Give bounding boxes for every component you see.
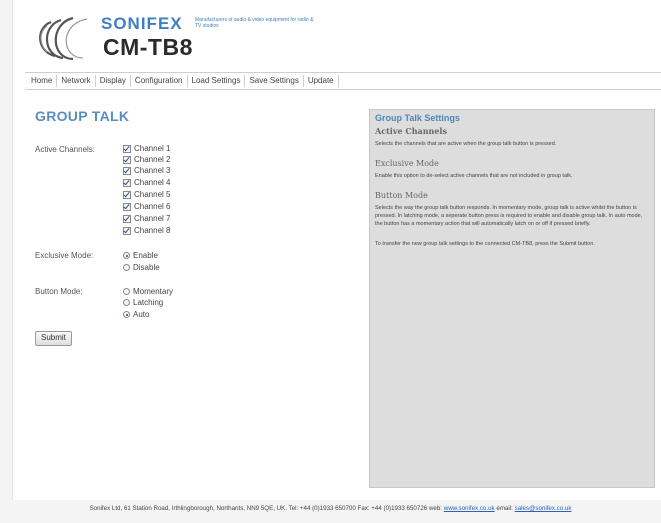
channel-label: Channel 3 [134, 166, 171, 175]
checkbox-checked-icon[interactable] [123, 155, 131, 164]
checkbox-checked-icon[interactable] [123, 190, 131, 199]
button-mode-label: Button Mode: [35, 287, 83, 296]
footer-email-label: email: [496, 505, 513, 512]
logo-swirl-icon [39, 16, 88, 61]
panel-text-button: Selects the way the group talk button re… [375, 205, 643, 227]
channel-2-checkbox[interactable]: Channel 2 [123, 155, 170, 164]
channel-3-checkbox[interactable]: Channel 3 [123, 166, 170, 175]
footer-web-link[interactable]: www.sonifex.co.uk [444, 505, 495, 512]
button-auto-radio[interactable]: Auto [123, 310, 149, 319]
footer: Sonifex Ltd, 61 Station Road, Irthlingbo… [0, 505, 661, 512]
checkbox-checked-icon[interactable] [123, 202, 131, 211]
help-panel: Group Talk Settings Active Channels Sele… [369, 109, 655, 488]
checkbox-checked-icon[interactable] [123, 166, 131, 175]
nav-update[interactable]: Update [304, 75, 339, 87]
radio-selected-icon[interactable] [123, 252, 130, 259]
exclusive-enable-radio[interactable]: Enable [123, 251, 158, 260]
radio-label: Auto [133, 310, 150, 319]
radio-unselected-icon[interactable] [123, 288, 130, 295]
submit-button[interactable]: Submit [35, 331, 72, 346]
panel-heading-exclusive: Exclusive Mode [375, 159, 439, 168]
checkbox-checked-icon[interactable] [123, 226, 131, 235]
channel-label: Channel 7 [134, 214, 171, 223]
channel-label: Channel 5 [134, 190, 171, 199]
button-momentary-radio[interactable]: Momentary [123, 287, 173, 296]
nav-configuration[interactable]: Configuration [131, 75, 188, 87]
brand-tagline: Manufacturers of audio & video equipment… [195, 17, 314, 29]
main-nav: Home Network Display Configuration Load … [25, 72, 661, 90]
channel-label: Channel 6 [134, 202, 171, 211]
channel-7-checkbox[interactable]: Channel 7 [123, 214, 170, 223]
radio-label: Momentary [133, 287, 174, 296]
channel-4-checkbox[interactable]: Channel 4 [123, 178, 170, 187]
nav-display[interactable]: Display [96, 75, 131, 87]
exclusive-disable-radio[interactable]: Disable [123, 263, 160, 272]
radio-label: Latching [133, 298, 164, 307]
panel-heading-active: Active Channels [375, 126, 447, 136]
channel-8-checkbox[interactable]: Channel 8 [123, 226, 170, 235]
channel-label: Channel 8 [134, 226, 171, 235]
page: SONIFEX Manufacturers of audio & video e… [12, 0, 661, 500]
nav-load-settings[interactable]: Load Settings [188, 75, 246, 87]
page-title: GROUP TALK [35, 108, 130, 124]
panel-text-exclusive: Enable this option to de-select active c… [375, 173, 573, 179]
panel-heading-button: Button Mode [375, 191, 428, 200]
radio-selected-icon[interactable] [123, 311, 130, 318]
channel-label: Channel 2 [134, 155, 171, 164]
sonifex-logo: SONIFEX Manufacturers of audio & video e… [31, 12, 331, 70]
nav-home[interactable]: Home [25, 75, 58, 87]
checkbox-checked-icon[interactable] [123, 214, 131, 223]
nav-save-settings[interactable]: Save Settings [245, 75, 304, 87]
radio-label: Enable [133, 251, 158, 260]
exclusive-mode-label: Exclusive Mode: [35, 251, 94, 260]
product-name: CM-TB8 [103, 34, 193, 60]
channel-1-checkbox[interactable]: Channel 1 [123, 144, 170, 153]
channel-6-checkbox[interactable]: Channel 6 [123, 202, 170, 211]
channel-label: Channel 1 [134, 144, 171, 153]
radio-unselected-icon[interactable] [123, 264, 130, 271]
brand-name: SONIFEX [101, 14, 183, 33]
channel-label: Channel 4 [134, 178, 171, 187]
panel-text-note: To transfer the new group talk settings … [375, 241, 595, 247]
radio-label: Disable [133, 263, 160, 272]
channel-5-checkbox[interactable]: Channel 5 [123, 190, 170, 199]
panel-title: Group Talk Settings [375, 113, 460, 123]
button-latching-radio[interactable]: Latching [123, 298, 163, 307]
nav-network[interactable]: Network [57, 75, 96, 87]
footer-address: Sonifex Ltd, 61 Station Road, Irthlingbo… [89, 505, 442, 512]
footer-email-link[interactable]: sales@sonifex.co.uk [515, 505, 572, 512]
checkbox-checked-icon[interactable] [123, 178, 131, 187]
radio-unselected-icon[interactable] [123, 299, 130, 306]
panel-text-active: Selects the channels that are active whe… [375, 141, 557, 147]
checkbox-checked-icon[interactable] [123, 144, 131, 153]
active-channels-label: Active Channels: [35, 145, 96, 154]
